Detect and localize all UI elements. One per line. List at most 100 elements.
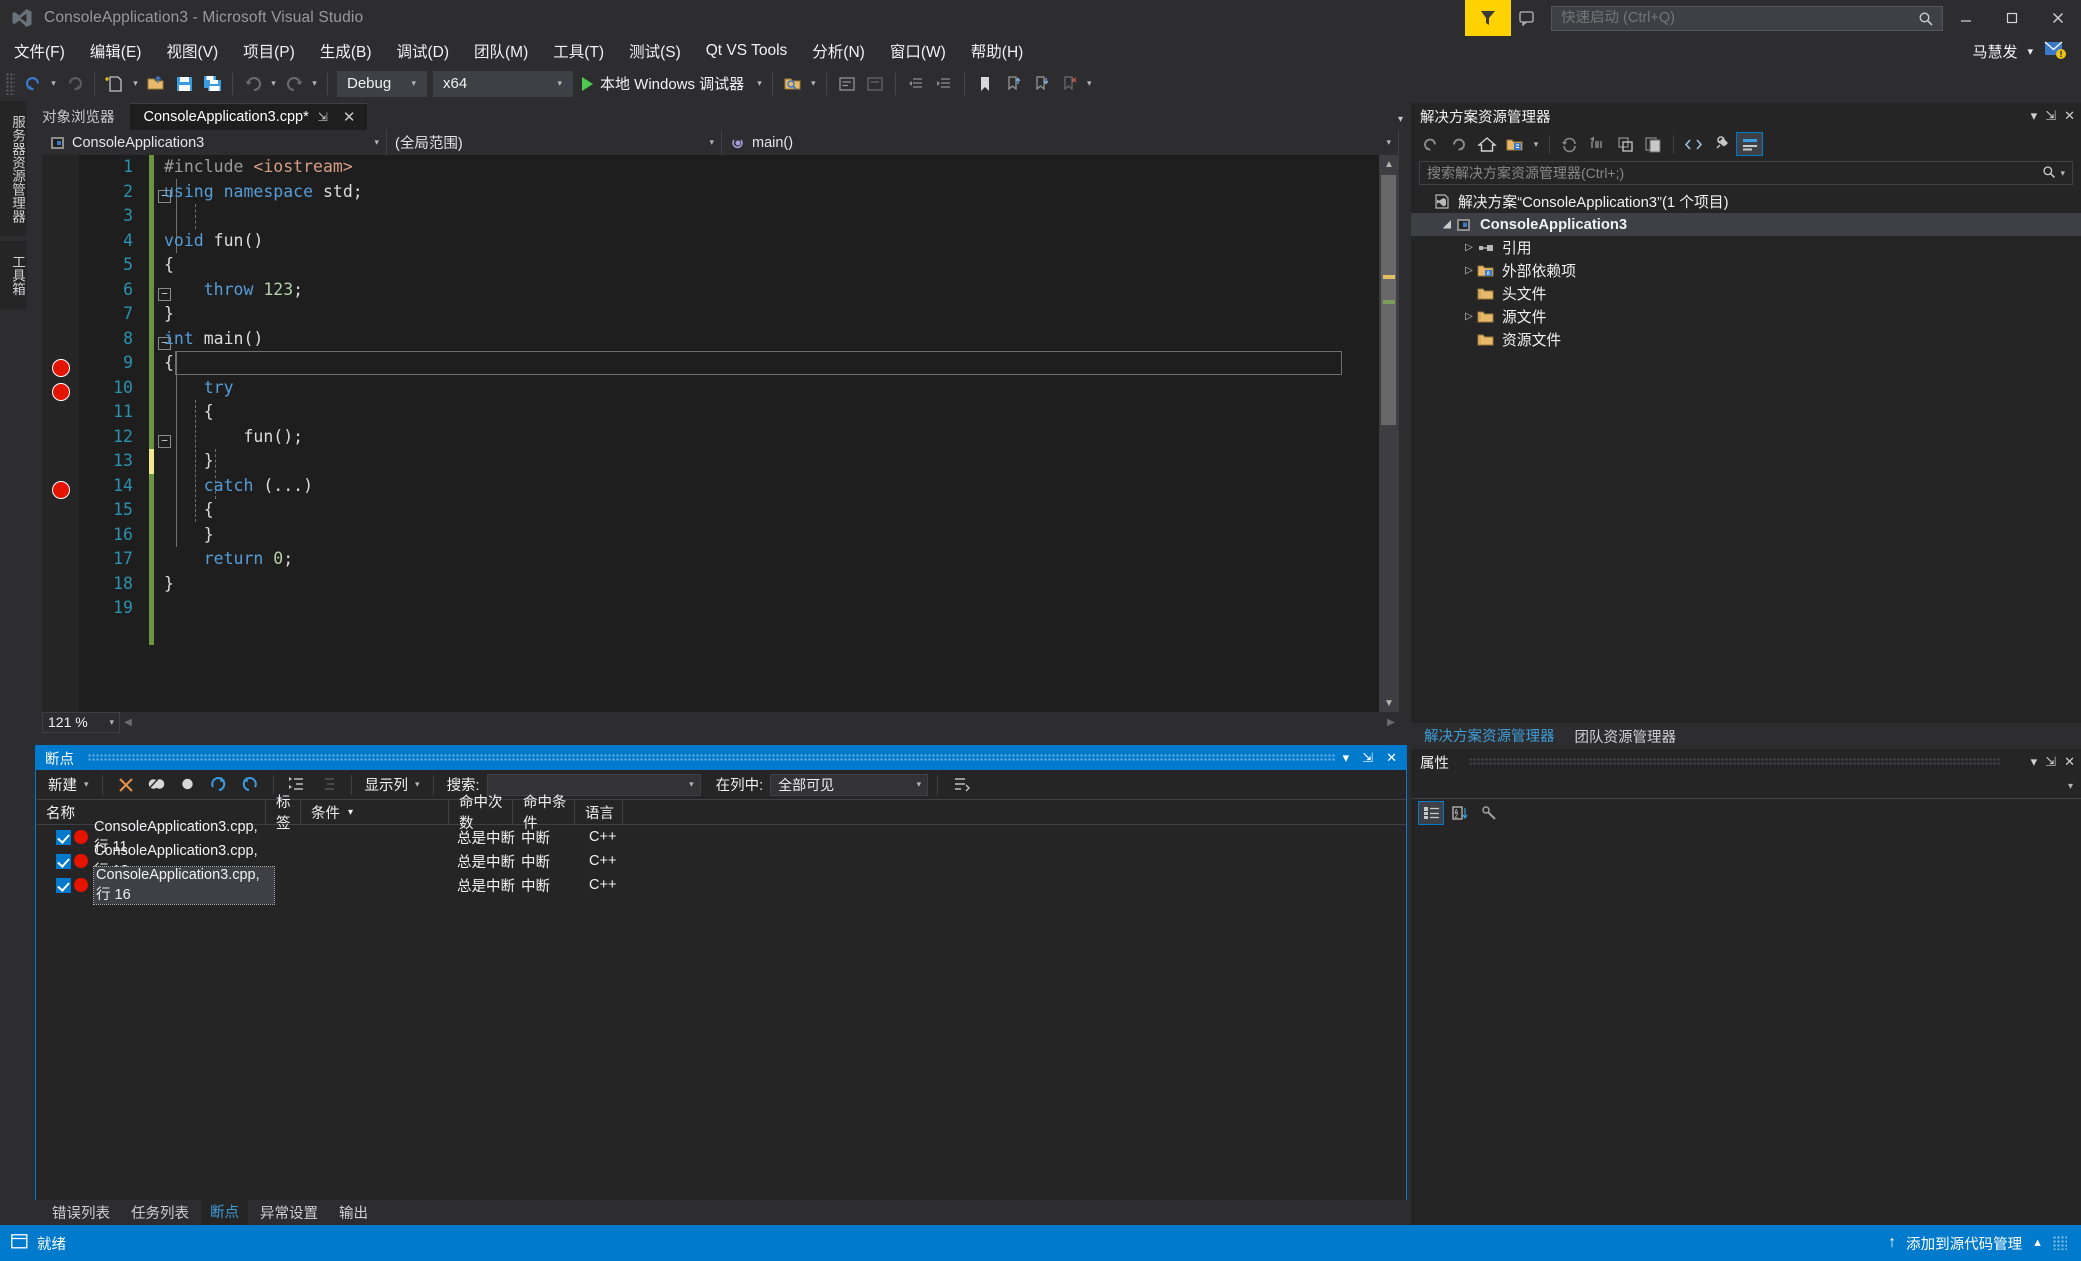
chevron-down-icon[interactable]: ▾ [1529, 132, 1543, 156]
code-line-17[interactable]: 17 return 0; [79, 549, 1399, 574]
decrease-indent-button[interactable] [902, 71, 930, 97]
menu-project[interactable]: 项目(P) [232, 37, 306, 65]
navbar-member-combo[interactable]: main() ▾ [722, 130, 1399, 155]
save-button[interactable] [170, 71, 198, 97]
solution-tree-item-6[interactable]: 资源文件 [1411, 328, 2081, 351]
chevron-collapsed-icon[interactable]: ▷ [1461, 265, 1477, 276]
panel-drag-grip[interactable] [88, 754, 1336, 762]
code-editor[interactable]: − − − − 1 #include <iostream> 2 using names… [42, 155, 1399, 712]
tab-team-explorer[interactable]: 团队资源管理器 [1567, 723, 1685, 750]
close-icon[interactable]: ✕ [2064, 108, 2075, 124]
clear-bookmarks-button[interactable] [1055, 71, 1083, 97]
pin-icon[interactable]: ⇲ [2045, 754, 2056, 770]
breakpoint-enabled-checkbox[interactable] [56, 853, 71, 869]
breakpoint-gutter[interactable] [42, 155, 79, 712]
panel-dropdown-icon[interactable]: ▾ [1338, 750, 1355, 766]
feedback-dropdown-icon[interactable] [1511, 0, 1545, 36]
chevron-down-icon[interactable]: ▾ [689, 779, 694, 790]
minimize-button[interactable] [1943, 0, 1989, 36]
resize-grip[interactable] [2053, 1236, 2067, 1250]
quick-launch-search[interactable] [1551, 5, 1943, 31]
home-button[interactable] [1473, 132, 1500, 156]
breakpoint-enabled-checkbox[interactable] [56, 877, 71, 893]
code-line-15[interactable]: 15 { [79, 500, 1399, 525]
previous-bookmark-button[interactable] [999, 71, 1027, 97]
menu-team[interactable]: 团队(M) [463, 37, 539, 65]
code-line-8[interactable]: 8 int main() [79, 329, 1399, 354]
navbar-scope-combo[interactable]: (全局范围) ▾ [387, 130, 722, 155]
hscroll-right-arrow-icon[interactable]: ▶ [1383, 712, 1399, 732]
chevron-collapsed-icon[interactable]: ▷ [1461, 311, 1477, 322]
preview-selected-items-button[interactable] [1736, 132, 1763, 156]
menu-debug[interactable]: 调试(D) [385, 37, 460, 65]
code-line-11[interactable]: 11 { [79, 402, 1399, 427]
redo-caret-icon[interactable]: ▾ [308, 71, 321, 97]
breakpoint-marker-line12[interactable] [52, 383, 70, 401]
menu-view[interactable]: 视图(V) [155, 37, 229, 65]
code-line-6[interactable]: 6 throw 123; [79, 280, 1399, 305]
undo-caret-icon[interactable]: ▾ [267, 71, 280, 97]
undo-button[interactable] [239, 71, 267, 97]
menu-analyze[interactable]: 分析(N) [801, 37, 876, 65]
code-line-14[interactable]: 14 catch (...) [79, 476, 1399, 501]
navbar-project-combo[interactable]: ConsoleApplication3 ▾ [42, 130, 387, 155]
navigate-forward-button[interactable] [60, 71, 88, 97]
categorized-view-button[interactable] [1418, 801, 1444, 825]
navigate-backward-caret-icon[interactable]: ▾ [47, 71, 60, 97]
export-breakpoints-button[interactable] [205, 773, 233, 797]
hscroll-track[interactable] [136, 712, 1383, 732]
toolbar-grip[interactable] [6, 72, 15, 95]
code-line-3[interactable]: 3 [79, 206, 1399, 231]
solution-explorer-header[interactable]: 解决方案资源管理器 ▾ ⇲ ✕ [1411, 103, 2081, 129]
quick-launch-input[interactable] [1552, 10, 1892, 26]
back-button[interactable] [1417, 132, 1444, 156]
sync-with-active-document-button[interactable] [1556, 132, 1583, 156]
code-line-18[interactable]: 18} [79, 574, 1399, 599]
toggle-all-breakpoints-button[interactable] [174, 773, 202, 797]
toggle-bookmark-button[interactable] [971, 71, 999, 97]
menu-file[interactable]: 文件(F) [3, 37, 76, 65]
tab-error-list[interactable]: 错误列表 [43, 1199, 119, 1226]
pin-icon[interactable]: ⇲ [1357, 750, 1378, 766]
panel-drag-grip[interactable] [1469, 758, 2001, 766]
code-line-19[interactable]: 19 [79, 598, 1399, 623]
chevron-up-icon[interactable]: ▲ [2032, 1237, 2043, 1249]
code-line-10[interactable]: 10 try [79, 378, 1399, 403]
close-icon[interactable]: ✕ [1381, 750, 1402, 766]
new-project-button[interactable] [101, 71, 129, 97]
code-line-16[interactable]: 16 } [79, 525, 1399, 550]
search-icon[interactable] [2042, 165, 2056, 182]
chevron-collapsed-icon[interactable]: ▷ [1461, 242, 1477, 253]
chevron-down-icon[interactable]: ▾ [84, 779, 93, 790]
solution-tree-item-0[interactable]: 解决方案“ConsoleApplication3”(1 个项目) [1411, 190, 2081, 213]
chevron-down-icon[interactable]: ▾ [415, 779, 424, 790]
chevron-down-icon[interactable]: ▾ [751, 78, 762, 89]
breakpoint-enabled-checkbox[interactable] [56, 829, 71, 845]
attach-to-process-button[interactable] [779, 71, 807, 97]
close-icon[interactable]: ✕ [337, 108, 362, 126]
code-line-1[interactable]: 1 #include <iostream> [79, 157, 1399, 182]
panel-dropdown-icon[interactable]: ▾ [2031, 108, 2038, 124]
go-to-source-button[interactable] [947, 773, 975, 797]
scroll-down-arrow-icon[interactable]: ▼ [1379, 694, 1399, 712]
column-header-condition[interactable]: 条件 ▾ [301, 799, 449, 825]
properties-object-selector[interactable]: ▾ [1411, 775, 2081, 799]
add-to-source-control-button[interactable]: 添加到源代码管理 [1906, 1233, 2022, 1254]
show-all-files-button[interactable] [1640, 132, 1667, 156]
menu-qt-vs-tools[interactable]: Qt VS Tools [695, 39, 799, 63]
breakpoint-marker-line11[interactable] [52, 359, 70, 377]
zoom-level-combo[interactable]: 121 % ▾ [42, 711, 120, 733]
vtab-server-explorer[interactable]: 服务器资源管理器 [0, 101, 27, 236]
disable-all-breakpoints-button[interactable] [143, 773, 171, 797]
code-text-area[interactable]: − − − − 1 #include <iostream> 2 using names… [79, 155, 1399, 712]
menu-build[interactable]: 生成(B) [309, 37, 383, 65]
solution-tree-item-4[interactable]: 头文件 [1411, 282, 2081, 305]
send-feedback-button[interactable] [1465, 0, 1511, 36]
increase-indent-button[interactable] [930, 71, 958, 97]
editor-vertical-scrollbar[interactable]: ▲ ▼ [1379, 155, 1399, 712]
breakpoints-panel-header[interactable]: 断点 ▾ ⇲ ✕ [36, 746, 1406, 770]
hscroll-left-arrow-icon[interactable]: ◀ [120, 712, 136, 732]
show-columns-button[interactable]: 显示列 [361, 774, 413, 795]
chevron-down-icon[interactable]: ▾ [2060, 168, 2065, 179]
pin-icon[interactable]: ⇲ [318, 110, 328, 124]
